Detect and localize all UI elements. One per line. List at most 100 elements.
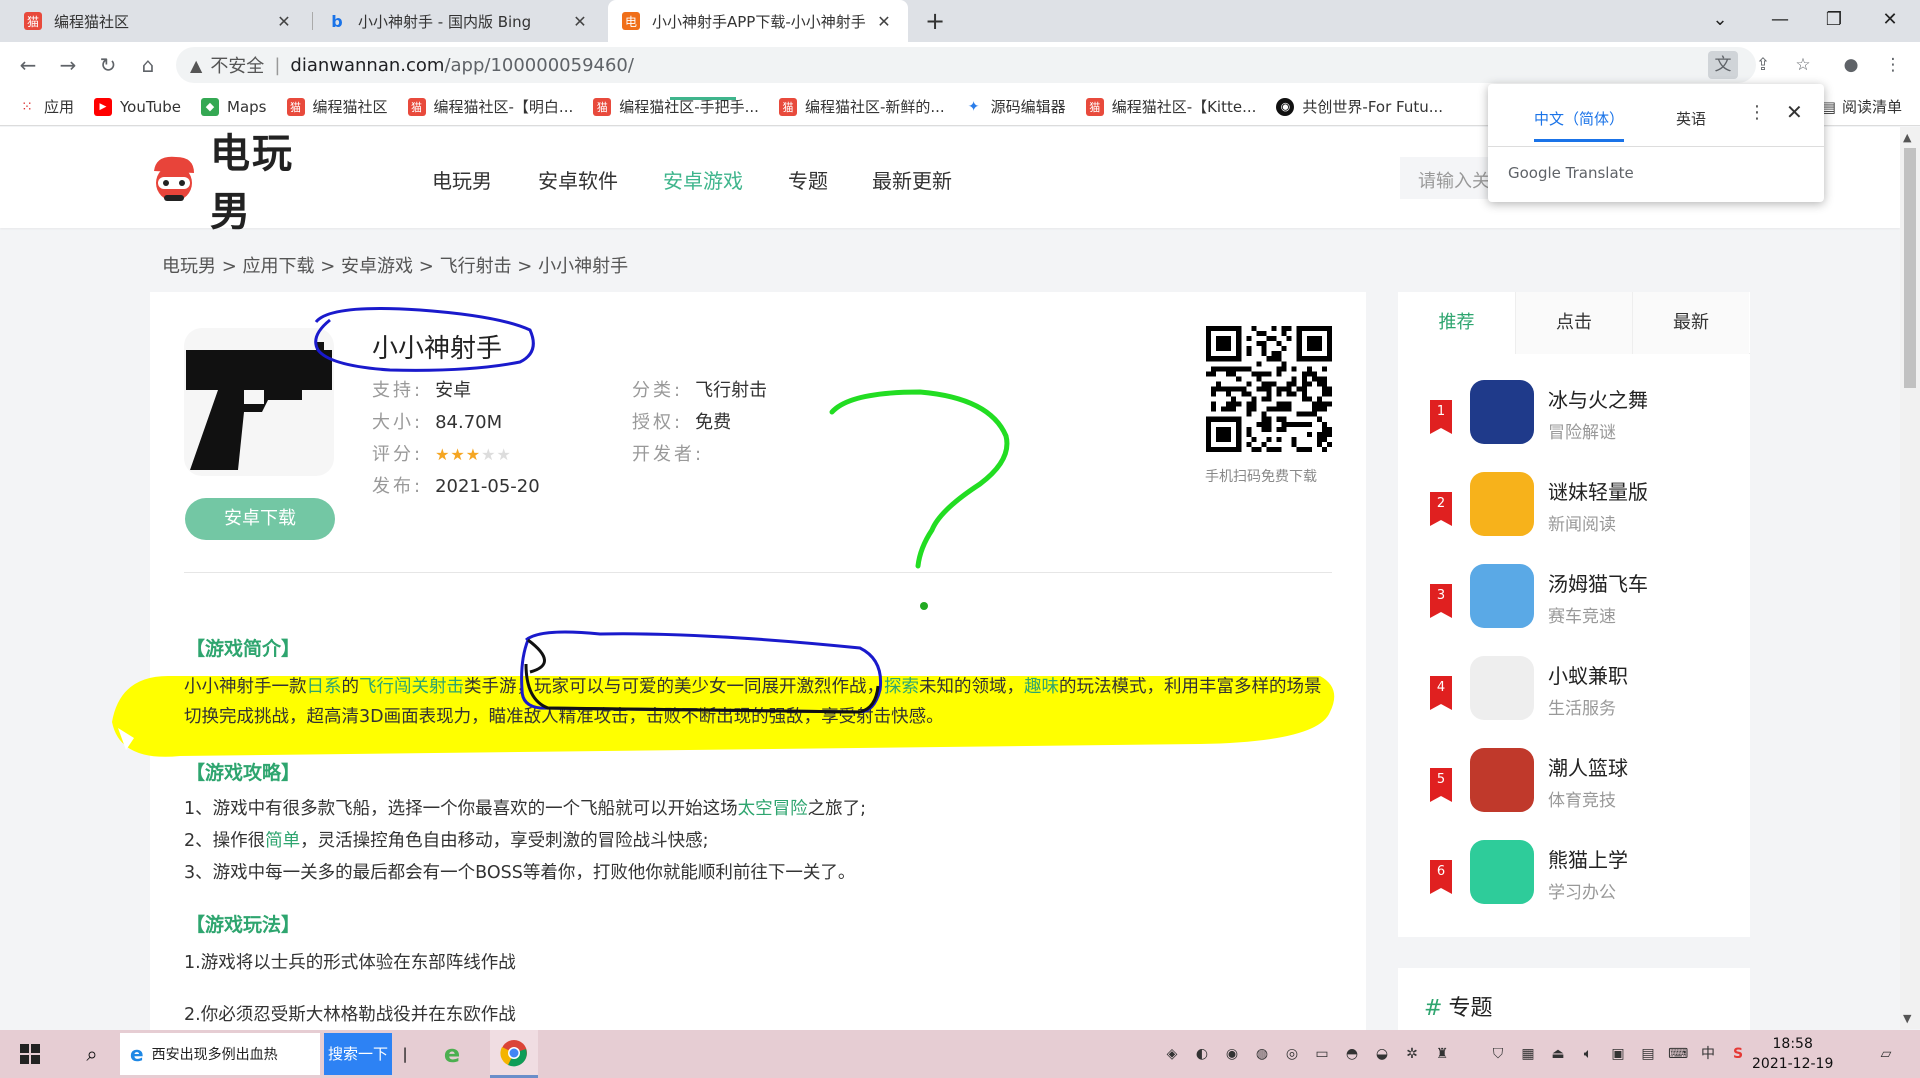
bookmark-code-editor[interactable]: ✦ 源码编辑器 (965, 96, 1066, 117)
tag-link[interactable]: 日系 (307, 677, 342, 697)
nav-latest[interactable]: 最新更新 (872, 165, 952, 194)
chrome-taskbar-icon[interactable] (490, 1030, 538, 1078)
maximize-icon[interactable]: ❐ (1806, 0, 1862, 42)
breadcrumb[interactable]: 电玩男 > 应用下载 > 安卓游戏 > 飞行射击 > 小小神射手 (162, 252, 628, 278)
tag-link[interactable]: 太空冒险 (738, 799, 808, 819)
tray-app-icon[interactable]: ◒ (1372, 1044, 1392, 1064)
system-clock[interactable]: 18:58 2021-12-19 (1752, 1034, 1833, 1074)
close-icon[interactable]: ✕ (570, 12, 590, 31)
ranking-app-name[interactable]: 冰与火之舞 (1548, 384, 1648, 413)
ime-icon[interactable]: 中 (1698, 1044, 1718, 1064)
tag-link[interactable]: 飞行闯关射击 (359, 677, 464, 697)
star-icon[interactable]: ☆ (1788, 51, 1818, 79)
app-thumbnail-icon[interactable] (1470, 656, 1534, 720)
ranking-app-name[interactable]: 谜妹轻量版 (1548, 476, 1648, 505)
android-download-button[interactable]: 安卓下载 (185, 498, 335, 540)
search-icon[interactable]: ⌕ (70, 1030, 114, 1078)
display-icon[interactable]: ▤ (1638, 1044, 1658, 1064)
scrollbar-thumb[interactable] (1904, 148, 1916, 388)
notification-icon[interactable]: ▱ (1876, 1044, 1896, 1064)
tray-app-icon[interactable]: ◈ (1162, 1044, 1182, 1064)
forward-icon[interactable]: → (54, 51, 82, 79)
ranking-app-name[interactable]: 汤姆猫飞车 (1548, 568, 1648, 597)
taskbar-search-input[interactable]: e 西安出现多例出血热 (120, 1033, 320, 1075)
app-thumbnail-icon[interactable] (1470, 472, 1534, 536)
edge-icon[interactable]: e (430, 1030, 474, 1078)
tab-newest[interactable]: 最新 (1632, 292, 1749, 354)
app-thumbnail-icon[interactable] (1470, 380, 1534, 444)
share-icon[interactable]: ⇪ (1748, 51, 1778, 79)
bookmark-youtube[interactable]: ▶ YouTube (94, 97, 181, 116)
tray-app-icon[interactable]: ✲ (1402, 1044, 1422, 1064)
app-thumbnail-icon[interactable] (1470, 748, 1534, 812)
profile-icon[interactable]: ● (1836, 51, 1866, 79)
browser-tab-active[interactable]: 电 小小神射手APP下载-小小神射手 ✕ (608, 0, 908, 42)
tag-link[interactable]: 趣味 (1024, 677, 1059, 697)
translate-tab-target[interactable]: 英语 (1676, 98, 1706, 139)
app-thumbnail-icon[interactable] (1470, 840, 1534, 904)
windows-start-icon[interactable] (8, 1030, 52, 1078)
browser-tab[interactable]: 猫 编程猫社区 ✕ (10, 0, 308, 42)
taskbar-search-button[interactable]: 搜索一下 (324, 1033, 392, 1075)
volume-icon[interactable]: 🔈︎ (1578, 1044, 1598, 1064)
translate-icon[interactable]: 文 (1708, 51, 1738, 79)
reading-list[interactable]: ▤ 阅读清单 (1822, 96, 1902, 117)
site-search-input[interactable]: 请输入关 (1400, 157, 1500, 199)
window-close-icon[interactable]: ✕ (1862, 0, 1918, 42)
keyboard-icon[interactable]: ⌨ (1668, 1044, 1688, 1064)
tag-link[interactable]: 探索 (884, 677, 919, 697)
nav-android-software[interactable]: 安卓软件 (538, 165, 618, 194)
translate-tab-source[interactable]: 中文（简体） (1534, 98, 1625, 142)
home-icon[interactable]: ⌂ (134, 51, 162, 79)
new-tab-icon[interactable]: + (920, 6, 950, 36)
address-bar[interactable]: ▲ 不安全 | dianwannan.com /app/100000059460… (176, 47, 1756, 83)
bookmark-codemao[interactable]: 猫编程猫社区 (286, 96, 388, 117)
tray-app-icon[interactable]: ♜ (1432, 1044, 1452, 1064)
shield-icon[interactable]: ⛉ (1488, 1044, 1508, 1064)
nav-home[interactable]: 电玩男 (432, 165, 492, 194)
reload-icon[interactable]: ↻ (94, 51, 122, 79)
bookmark-apps[interactable]: ⁙ 应用 (18, 96, 74, 117)
guide-line-3: 3、游戏中每一关多的最后都会有一个BOSS等着你，打败他你就能顺利前往下一关了。 (184, 863, 856, 883)
close-icon[interactable]: ✕ (874, 12, 894, 31)
warning-icon[interactable]: ▲ (190, 56, 202, 75)
tray-app-icon[interactable]: ◉ (1222, 1044, 1242, 1064)
tray-app-icon[interactable]: ◍ (1252, 1044, 1272, 1064)
close-icon[interactable]: ✕ (274, 12, 294, 31)
meta-label: 发布: (372, 476, 424, 497)
scroll-up-icon[interactable]: ▲ (1903, 131, 1911, 144)
ranking-app-name[interactable]: 潮人篮球 (1548, 752, 1628, 781)
menu-icon[interactable]: ⋮ (1878, 51, 1908, 79)
ranking-app-name[interactable]: 小蚁兼职 (1548, 660, 1628, 689)
bookmark-world[interactable]: ◉ 共创世界-For Futu... (1276, 96, 1443, 117)
bookmark-codemao[interactable]: 猫编程猫社区-【明白... (407, 96, 573, 117)
site-logo[interactable]: 电玩男 (146, 131, 326, 235)
tab-search-icon[interactable]: ⌄ (1692, 0, 1748, 42)
tray-app-icon[interactable]: ◎ (1282, 1044, 1302, 1064)
tray-app-icon[interactable]: ◓ (1342, 1044, 1362, 1064)
nav-android-games[interactable]: 安卓游戏 (663, 165, 743, 194)
tray-app-icon[interactable]: ◐ (1192, 1044, 1212, 1064)
scroll-down-icon[interactable]: ▼ (1903, 1012, 1911, 1025)
sogou-icon[interactable]: S (1728, 1044, 1748, 1064)
tab-clicks[interactable]: 点击 (1515, 292, 1632, 354)
translate-menu-icon[interactable]: ⋮ (1748, 102, 1766, 123)
tag-link[interactable]: 简单 (265, 831, 300, 851)
back-icon[interactable]: ← (14, 51, 42, 79)
bookmark-maps[interactable]: ◆ Maps (201, 97, 267, 116)
meta-label: 开发者: (632, 444, 705, 465)
gpu-icon[interactable]: ▣ (1608, 1044, 1628, 1064)
ranking-app-name[interactable]: 熊猫上学 (1548, 844, 1628, 873)
minimize-icon[interactable]: — (1752, 0, 1808, 42)
browser-tab[interactable]: b 小小神射手 - 国内版 Bing ✕ (314, 0, 604, 42)
tab-recommend[interactable]: 推荐 (1398, 292, 1515, 354)
app-thumbnail-icon[interactable] (1470, 564, 1534, 628)
usb-icon[interactable]: ⏏ (1548, 1044, 1568, 1064)
tray-app-icon[interactable]: ▭ (1312, 1044, 1332, 1064)
network-icon[interactable]: ▦ (1518, 1044, 1538, 1064)
bookmark-label: 应用 (44, 98, 75, 116)
translate-close-icon[interactable]: ✕ (1786, 100, 1803, 124)
bookmark-codemao[interactable]: 猫编程猫社区-【Kitte... (1085, 96, 1256, 117)
nav-topics[interactable]: 专题 (788, 165, 828, 194)
bookmark-codemao[interactable]: 猫编程猫社区-新鲜的... (778, 96, 945, 117)
